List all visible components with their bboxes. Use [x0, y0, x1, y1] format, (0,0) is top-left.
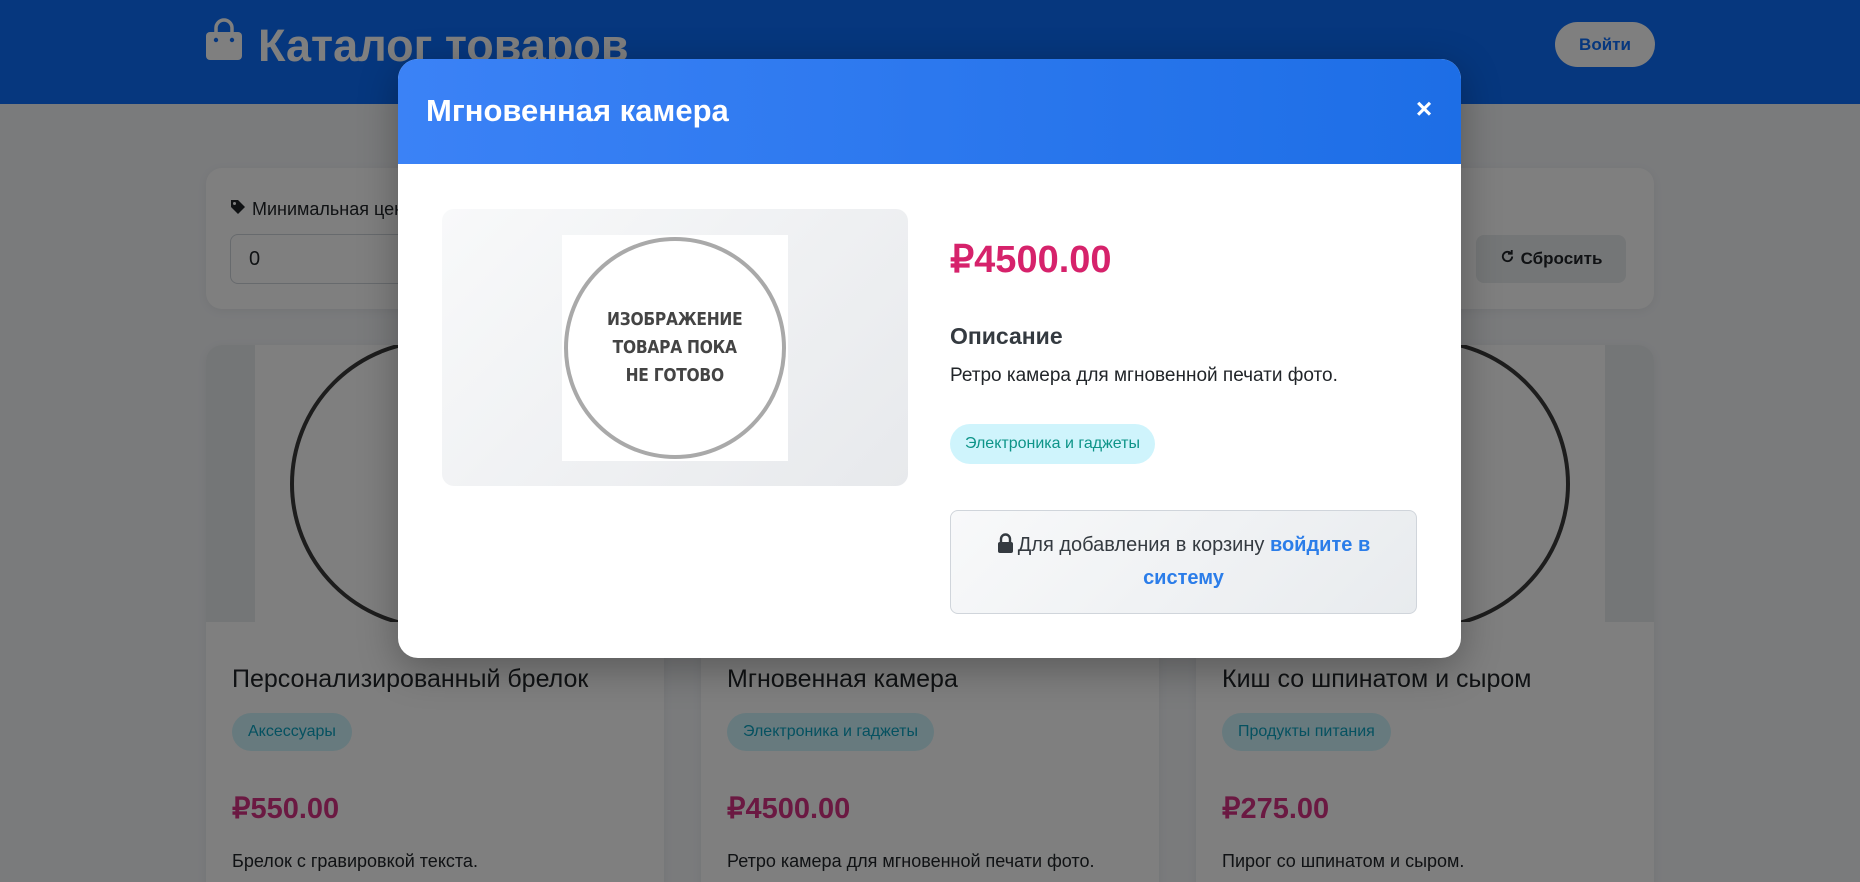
category-badge: Электроника и гаджеты — [950, 424, 1155, 464]
placeholder-line: НЕ ГОТОВО — [625, 364, 725, 386]
modal-price: ₽4500.00 — [950, 239, 1112, 281]
description-heading: Описание — [950, 323, 1063, 349]
image-placeholder: ИЗОБРАЖЕНИЕ ТОВАРА ПОКА НЕ ГОТОВО — [564, 236, 786, 459]
product-image: ИЗОБРАЖЕНИЕ ТОВАРА ПОКА НЕ ГОТОВО — [442, 209, 908, 486]
modal-title: Мгновенная камера — [426, 93, 729, 128]
login-alert: Для добавления в корзину войдите в систе… — [950, 510, 1417, 614]
placeholder-line: ИЗОБРАЖЕНИЕ — [607, 308, 743, 330]
placeholder-line: ТОВАРА ПОКА — [612, 336, 738, 358]
login-prompt: Для добавления в корзину — [1017, 534, 1265, 556]
lock-icon — [997, 533, 1018, 556]
close-icon[interactable]: × — [1408, 93, 1440, 125]
product-modal: Мгновенная камера × ИЗОБРАЖЕНИЕ ТОВАРА П… — [398, 59, 1461, 658]
modal-header: Мгновенная камера × — [398, 59, 1461, 164]
modal-description: Ретро камера для мгновенной печати фото. — [950, 365, 1338, 386]
